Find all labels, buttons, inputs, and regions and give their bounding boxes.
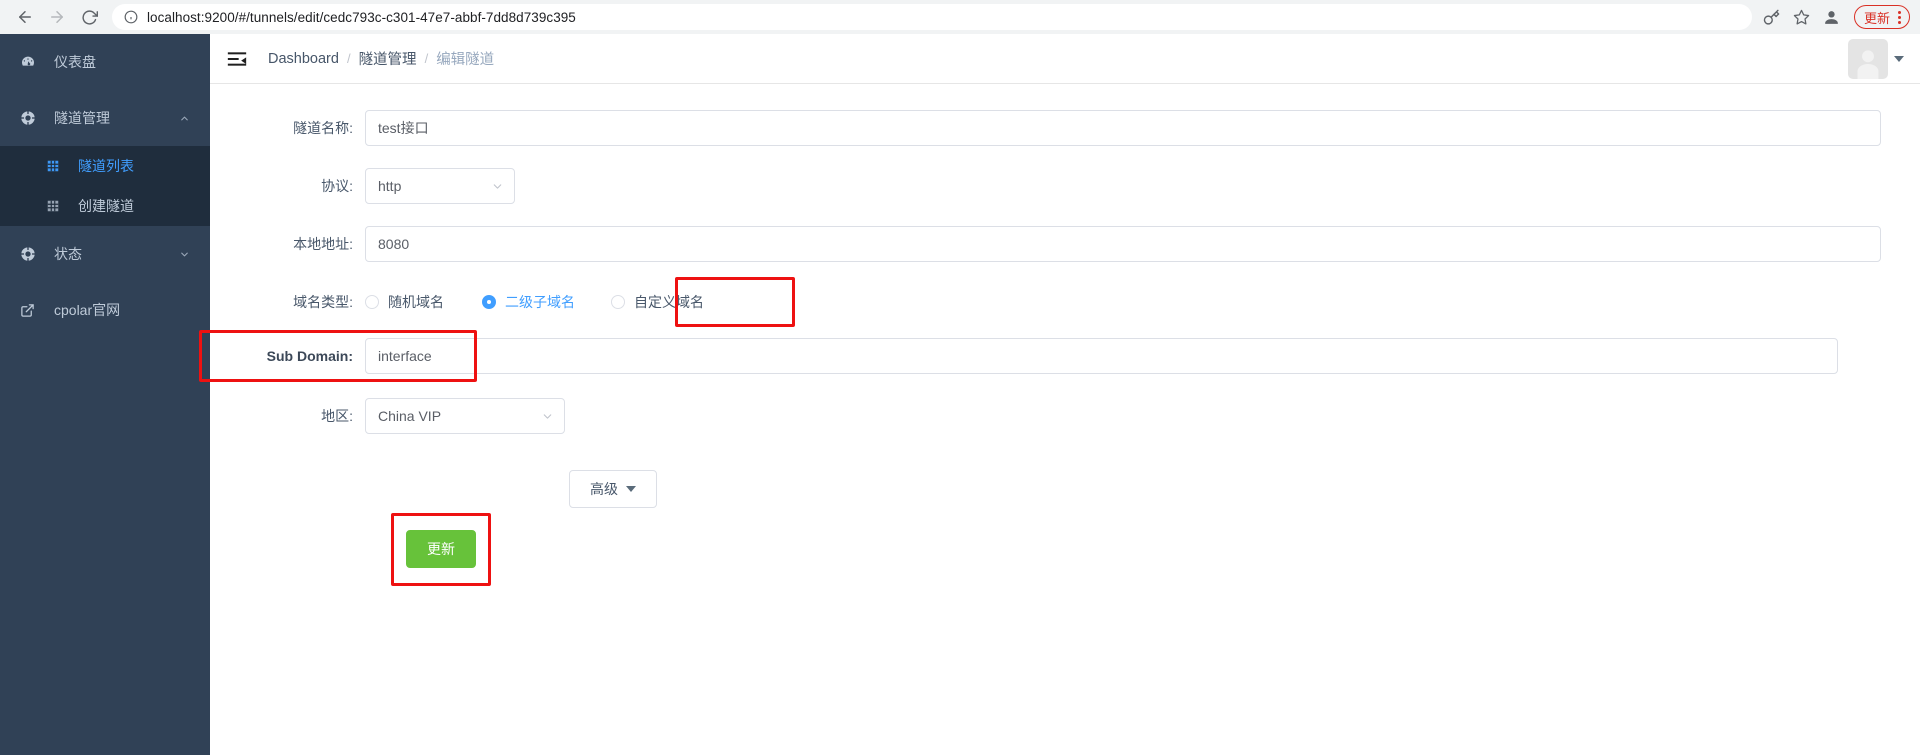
address-bar[interactable]: localhost:9200/#/tunnels/edit/cedc793c-c… bbox=[112, 4, 1752, 30]
radio-dot-icon bbox=[482, 295, 496, 309]
form-row-tunnel-name: 隧道名称: test接口 bbox=[210, 110, 1896, 146]
breadcrumb-item-edit-tunnel: 编辑隧道 bbox=[436, 52, 495, 68]
sidebar: 仪表盘 隧道管理 隧道列表 创建隧道 状态 cpolar官网 bbox=[0, 34, 210, 755]
submit-row: 更新 bbox=[210, 513, 1896, 586]
radio-dot-icon bbox=[611, 295, 625, 309]
sidebar-arrow bbox=[178, 56, 190, 68]
three-dot-menu-icon[interactable] bbox=[1894, 10, 1905, 24]
address-bar-url: localhost:9200/#/tunnels/edit/cedc793c-c… bbox=[147, 9, 576, 25]
breadcrumb-item-tunnel-management[interactable]: 隧道管理 bbox=[359, 48, 417, 69]
radio-label: 二级子域名 bbox=[505, 294, 575, 310]
status-icon bbox=[20, 246, 42, 262]
app-root: 仪表盘 隧道管理 隧道列表 创建隧道 状态 cpolar官网 Dashboard… bbox=[0, 34, 1920, 755]
protocol-control: http bbox=[365, 168, 1896, 204]
tunnel-name-label: 隧道名称: bbox=[293, 120, 353, 136]
user-menu[interactable] bbox=[1848, 38, 1904, 79]
sub-domain-label: Sub Domain: bbox=[266, 348, 353, 364]
sidebar-item-label: cpolar官网 bbox=[54, 302, 121, 318]
update-button-label: 更新 bbox=[427, 541, 455, 557]
region-label: 地区: bbox=[321, 408, 353, 424]
breadcrumb-separator: / bbox=[424, 51, 429, 66]
protocol-label: 协议: bbox=[321, 178, 353, 194]
browser-nav-buttons bbox=[10, 2, 104, 32]
chrome-update-label: 更新 bbox=[1863, 10, 1890, 26]
advanced-button-label: 高级 bbox=[590, 481, 618, 497]
sub-domain-input[interactable]: interface bbox=[365, 338, 1838, 374]
form-row-sub-domain: Sub Domain: interface bbox=[199, 330, 1896, 382]
sidebar-item-tunnel-management[interactable]: 隧道管理 bbox=[0, 90, 210, 146]
sidebar-item-label: 创建隧道 bbox=[78, 198, 134, 214]
domain-type-radio-group: 随机域名 二级子域名 自定义域名 bbox=[365, 284, 1896, 320]
protocol-select[interactable]: http bbox=[365, 168, 515, 204]
sub-domain-control: interface bbox=[365, 338, 1896, 374]
local-address-label: 本地地址: bbox=[293, 236, 353, 252]
domain-type-control: 随机域名 二级子域名 自定义域名 bbox=[365, 284, 1896, 320]
form-row-domain-type: 域名类型: 随机域名 二级子域名 自定义域名 bbox=[210, 277, 1896, 327]
region-control: China VIP bbox=[365, 398, 1896, 434]
chevron-down-icon bbox=[178, 248, 190, 260]
sidebar-item-label: 隧道列表 bbox=[78, 158, 134, 174]
domain-type-label: 域名类型: bbox=[293, 294, 353, 310]
triangle-down-icon bbox=[626, 486, 636, 492]
forward-button[interactable] bbox=[42, 2, 72, 32]
browser-toolbar-actions: 更新 bbox=[1758, 3, 1910, 31]
radio-dot-icon bbox=[365, 295, 379, 309]
external-link-icon bbox=[20, 303, 42, 318]
back-button[interactable] bbox=[10, 2, 40, 32]
update-button[interactable]: 更新 bbox=[406, 530, 476, 568]
sidebar-item-tunnel-list[interactable]: 隧道列表 bbox=[0, 146, 210, 186]
star-icon[interactable] bbox=[1788, 3, 1816, 31]
top-navbar: Dashboard / 隧道管理 / 编辑隧道 bbox=[210, 34, 1920, 84]
main-area: Dashboard / 隧道管理 / 编辑隧道 隧道名称: test接口 协议:… bbox=[199, 34, 1920, 755]
tunnel-edit-form: 隧道名称: test接口 协议: http 本地地址: 8080 域名类型: 随… bbox=[199, 84, 1920, 755]
radio-random-domain[interactable]: 随机域名 bbox=[365, 292, 444, 312]
reload-button[interactable] bbox=[74, 2, 104, 32]
local-address-input[interactable]: 8080 bbox=[365, 226, 1881, 262]
chrome-update-button[interactable]: 更新 bbox=[1853, 5, 1910, 29]
breadcrumb: Dashboard / 隧道管理 / 编辑隧道 bbox=[268, 48, 494, 69]
chevron-down-icon bbox=[491, 180, 504, 193]
sidebar-item-create-tunnel[interactable]: 创建隧道 bbox=[0, 186, 210, 226]
table-icon bbox=[46, 159, 66, 173]
key-icon[interactable] bbox=[1758, 3, 1786, 31]
form-row-region: 地区: China VIP bbox=[210, 398, 1896, 434]
sidebar-item-label: 状态 bbox=[54, 246, 82, 262]
dashboard-icon bbox=[20, 54, 42, 70]
user-avatar-icon bbox=[1848, 38, 1888, 79]
hamburger-collapse-icon[interactable] bbox=[224, 46, 250, 72]
breadcrumb-item-dashboard[interactable]: Dashboard bbox=[268, 51, 339, 67]
profile-avatar-icon[interactable] bbox=[1818, 3, 1846, 31]
region-select-value: China VIP bbox=[378, 408, 442, 424]
radio-second-level-subdomain[interactable]: 二级子域名 bbox=[482, 292, 575, 312]
protocol-select-value: http bbox=[378, 178, 402, 194]
sidebar-item-label: 仪表盘 bbox=[54, 54, 96, 70]
sidebar-item-label: 隧道管理 bbox=[54, 110, 110, 126]
sidebar-item-status[interactable]: 状态 bbox=[0, 226, 210, 282]
sidebar-arrow bbox=[178, 304, 190, 316]
radio-label: 随机域名 bbox=[388, 294, 444, 310]
advanced-button[interactable]: 高级 bbox=[569, 470, 657, 508]
chevron-up-icon bbox=[178, 112, 190, 124]
tunnel-name-control: test接口 bbox=[365, 110, 1896, 146]
sidebar-submenu-tunnel-management: 隧道列表 创建隧道 bbox=[0, 146, 210, 226]
radio-label: 自定义域名 bbox=[634, 294, 704, 310]
browser-toolbar: localhost:9200/#/tunnels/edit/cedc793c-c… bbox=[0, 0, 1920, 34]
local-address-control: 8080 bbox=[365, 226, 1896, 262]
sidebar-item-cpolar-website[interactable]: cpolar官网 bbox=[0, 282, 210, 338]
form-row-protocol: 协议: http bbox=[210, 168, 1896, 204]
sidebar-item-dashboard[interactable]: 仪表盘 bbox=[0, 34, 210, 90]
breadcrumb-separator: / bbox=[346, 51, 351, 66]
site-info-icon[interactable] bbox=[124, 10, 138, 24]
caret-down-icon bbox=[1894, 55, 1904, 62]
radio-custom-domain[interactable]: 自定义域名 bbox=[611, 292, 704, 312]
advanced-row: 高级 bbox=[210, 470, 1896, 508]
region-select[interactable]: China VIP bbox=[365, 398, 565, 434]
table-icon bbox=[46, 199, 66, 213]
tunnel-name-input[interactable]: test接口 bbox=[365, 110, 1881, 146]
chevron-down-icon bbox=[541, 410, 554, 423]
tunnel-icon bbox=[20, 110, 42, 126]
form-row-local-address: 本地地址: 8080 bbox=[210, 226, 1896, 262]
